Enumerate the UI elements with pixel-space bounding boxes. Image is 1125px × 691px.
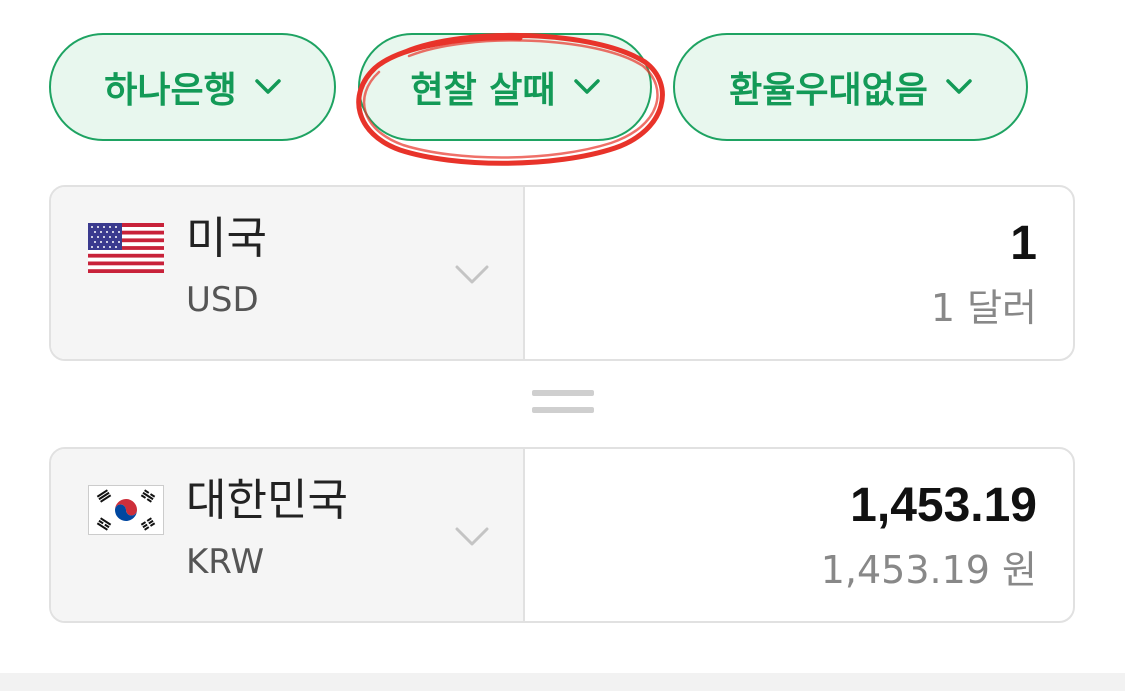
from-amount-input[interactable]: 1 <box>1010 220 1037 268</box>
cash-type-filter-button[interactable]: 현찰 살때 <box>358 33 652 141</box>
bank-filter-label: 하나은행 <box>104 70 237 111</box>
to-country-name: 대한민국 <box>186 475 348 526</box>
bank-filter-button[interactable]: 하나은행 <box>49 33 336 141</box>
kr-flag-icon <box>88 485 164 535</box>
preference-filter-label: 환율우대없음 <box>729 70 928 111</box>
preference-filter-button[interactable]: 환율우대없음 <box>673 33 1028 141</box>
from-currency-card: 미국 USD 1 1 달러 <box>49 185 1075 361</box>
to-amount-value[interactable]: 1,453.19 <box>850 482 1037 530</box>
to-currency-card: 대한민국 KRW 1,453.19 1,453.19 원 <box>49 447 1075 623</box>
from-currency-selector[interactable]: 미국 USD <box>51 187 525 359</box>
us-flag-icon <box>88 223 164 273</box>
to-currency-code: KRW <box>186 542 265 582</box>
chevron-down-icon <box>455 527 489 546</box>
from-country-name: 미국 <box>186 213 267 264</box>
from-currency-code: USD <box>186 280 259 320</box>
to-currency-selector[interactable]: 대한민국 KRW <box>51 449 525 621</box>
chevron-down-icon <box>946 79 972 95</box>
from-amount-text: 1 달러 <box>930 286 1037 330</box>
chevron-down-icon <box>254 79 281 95</box>
cash-type-filter-label: 현찰 살때 <box>410 70 556 111</box>
equals-icon <box>532 390 594 418</box>
section-divider <box>0 673 1125 691</box>
to-amount-text: 1,453.19 원 <box>820 548 1037 592</box>
chevron-down-icon <box>455 265 489 284</box>
chevron-down-icon <box>573 79 600 95</box>
